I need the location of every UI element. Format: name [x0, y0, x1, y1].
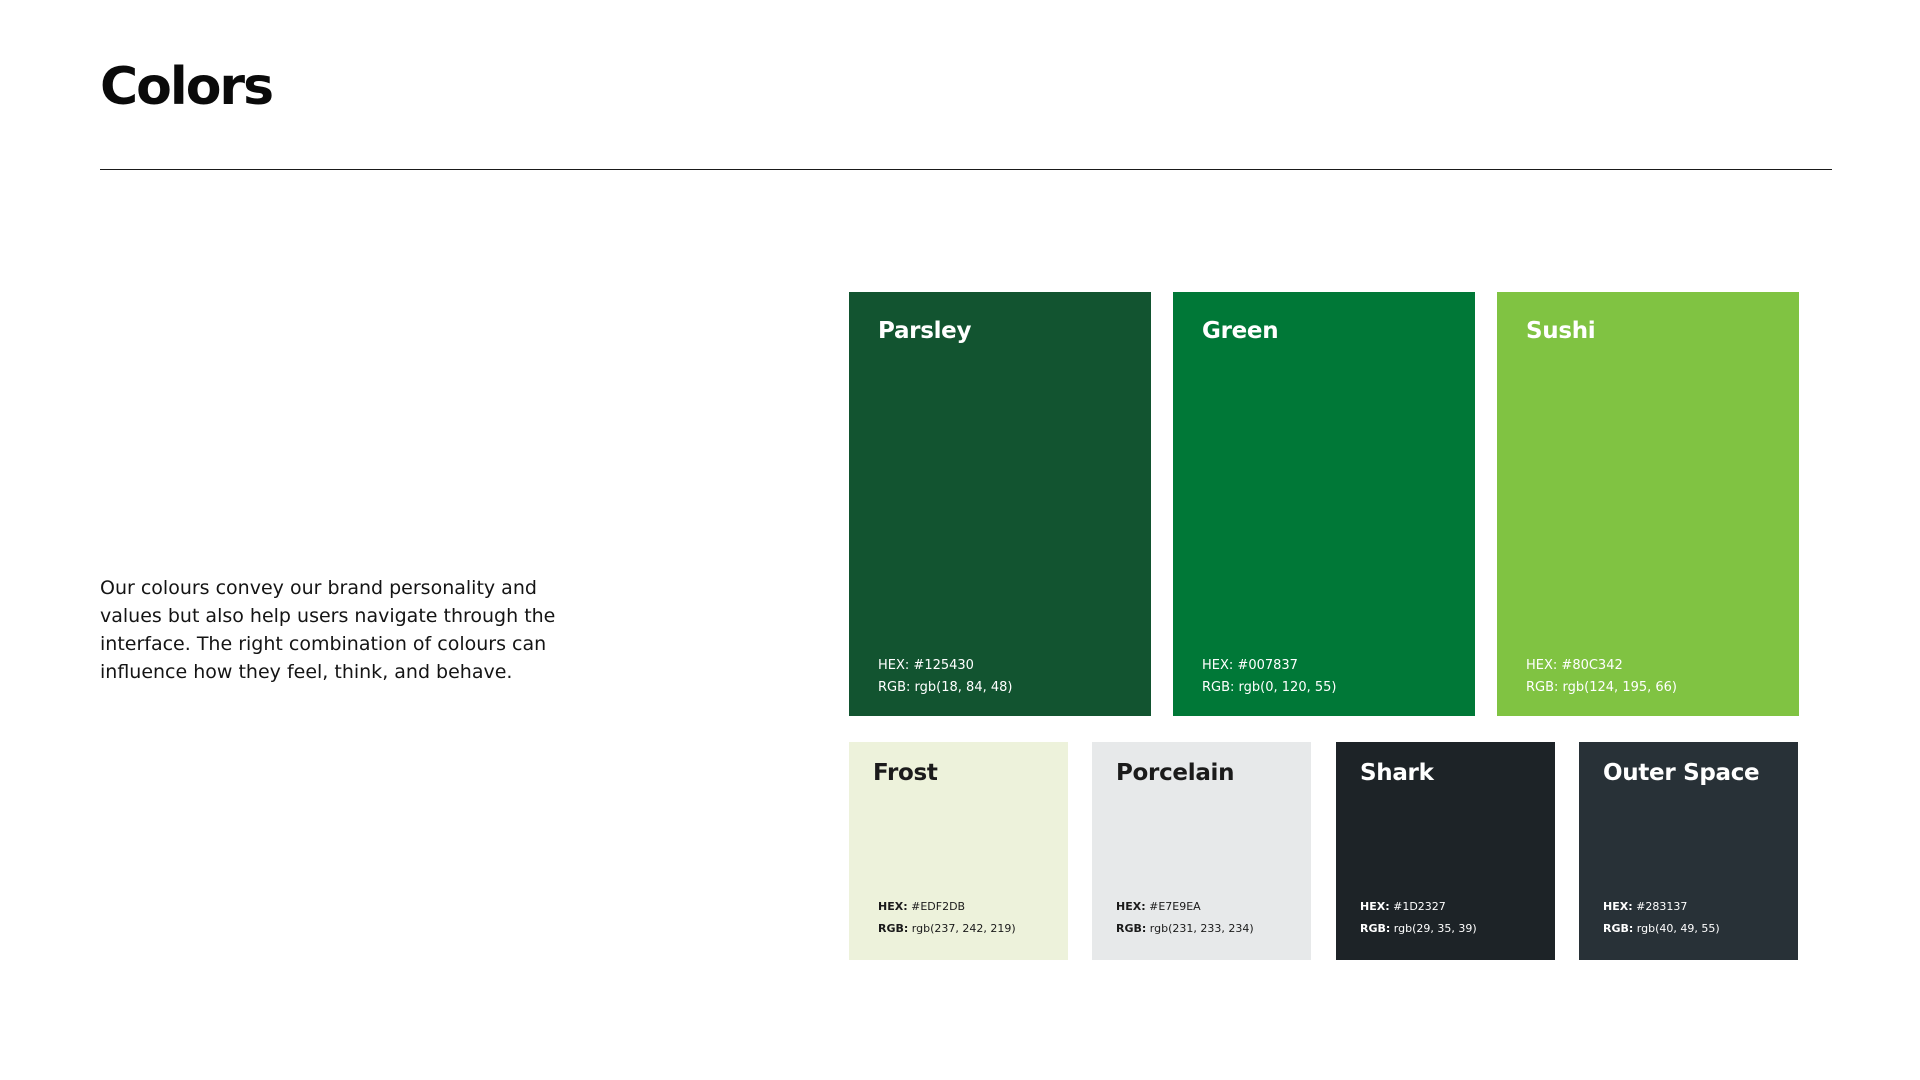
swatch-hex: HEX: #1D2327	[1360, 900, 1446, 913]
swatch-hex: HEX: #E7E9EA	[1116, 900, 1201, 913]
swatch-rgb: RGB: rgb(0, 120, 55)	[1202, 680, 1337, 695]
page-title: Colors	[100, 57, 274, 117]
swatch-name: Green	[1202, 318, 1279, 344]
swatch-rgb: RGB: rgb(18, 84, 48)	[878, 680, 1013, 695]
color-swatch-sushi: Sushi HEX: #80C342 RGB: rgb(124, 195, 66…	[1497, 292, 1799, 716]
swatch-name: Porcelain	[1116, 760, 1235, 786]
swatch-name: Outer Space	[1603, 760, 1760, 786]
swatch-rgb: RGB: rgb(124, 195, 66)	[1526, 680, 1678, 695]
color-swatch-shark: Shark HEX: #1D2327 RGB: rgb(29, 35, 39)	[1336, 742, 1555, 960]
color-swatch-porcelain: Porcelain HEX: #E7E9EA RGB: rgb(231, 233…	[1092, 742, 1311, 960]
intro-paragraph: Our colours convey our brand personality…	[100, 577, 556, 683]
swatch-name: Frost	[873, 760, 938, 786]
color-swatch-parsley: Parsley HEX: #125430 RGB: rgb(18, 84, 48…	[849, 292, 1151, 716]
swatch-name: Parsley	[878, 318, 972, 344]
swatch-rgb: RGB: rgb(29, 35, 39)	[1360, 922, 1477, 935]
swatch-rgb: RGB: rgb(237, 242, 219)	[878, 922, 1016, 935]
swatch-hex: HEX: #EDF2DB	[878, 900, 966, 913]
swatch-hex: HEX: #80C342	[1526, 658, 1623, 673]
color-swatch-outer-space: Outer Space HEX: #283137 RGB: rgb(40, 49…	[1579, 742, 1798, 960]
swatch-hex: HEX: #283137	[1603, 900, 1688, 913]
swatch-name: Sushi	[1526, 318, 1596, 344]
color-swatch-frost: Frost HEX: #EDF2DB RGB: rgb(237, 242, 21…	[849, 742, 1068, 960]
title-divider	[100, 169, 1832, 170]
swatch-hex: HEX: #125430	[878, 658, 974, 673]
color-swatch-green: Green HEX: #007837 RGB: rgb(0, 120, 55)	[1173, 292, 1475, 716]
swatch-hex: HEX: #007837	[1202, 658, 1298, 673]
swatch-rgb: RGB: rgb(40, 49, 55)	[1603, 922, 1720, 935]
swatch-rgb: RGB: rgb(231, 233, 234)	[1116, 922, 1254, 935]
swatch-name: Shark	[1360, 760, 1434, 786]
